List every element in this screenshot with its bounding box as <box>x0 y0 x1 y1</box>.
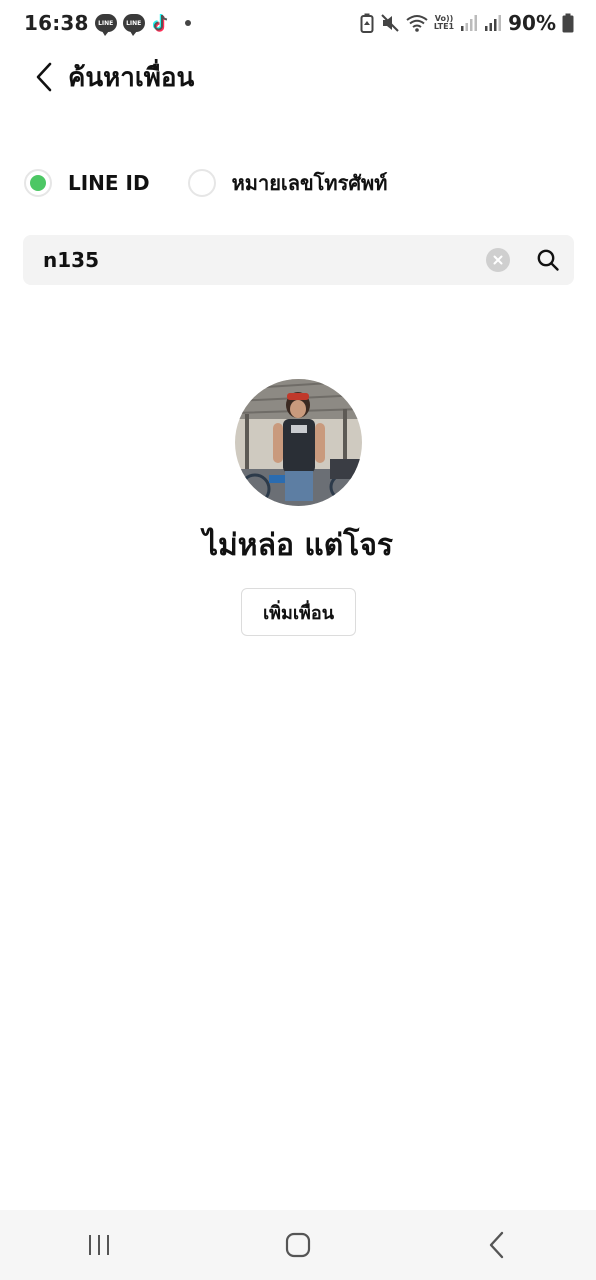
recent-apps-button[interactable] <box>59 1215 139 1275</box>
signal-icon <box>484 14 502 32</box>
profile-avatar[interactable] <box>235 379 362 506</box>
page-title: ค้นหาเพื่อน <box>68 62 195 93</box>
lte-label: LTE1 <box>433 22 455 31</box>
close-icon <box>493 255 503 265</box>
search-type-radio-group: LINE ID หมายเลขโทรศัพท์ <box>24 166 387 200</box>
chevron-left-icon <box>36 62 52 92</box>
profile-name: ไม่หล่อ แต่โจร <box>202 528 394 563</box>
status-right: Vo)) LTE1 90% <box>360 11 574 35</box>
profile-photo <box>235 379 362 506</box>
radio-selected-dot <box>30 175 46 191</box>
battery-saver-icon <box>360 13 374 33</box>
radio-option-phone-number[interactable]: หมายเลขโทรศัพท์ <box>187 167 388 199</box>
home-button[interactable] <box>258 1215 338 1275</box>
search-icon <box>537 249 559 271</box>
radio-button-unselected[interactable] <box>187 169 216 197</box>
battery-percent: 90% <box>508 11 556 35</box>
battery-icon <box>562 13 574 33</box>
back-icon <box>489 1231 503 1259</box>
status-time: 16:38 <box>24 11 89 35</box>
search-input[interactable] <box>43 248 486 272</box>
status-left: 16:38 LINE LINE <box>24 11 191 36</box>
back-button[interactable] <box>22 55 66 99</box>
volte-indicator: Vo)) LTE1 <box>434 15 454 31</box>
line-notification-icon: LINE <box>122 14 145 36</box>
tiktok-notification-icon <box>151 12 173 34</box>
signal-icon <box>460 14 478 32</box>
header: ค้นหาเพื่อน <box>0 52 596 102</box>
wifi-icon <box>406 14 428 32</box>
search-box <box>23 235 574 285</box>
radio-button-selected[interactable] <box>24 169 52 197</box>
more-notifications-dot <box>184 20 191 26</box>
home-icon <box>285 1232 311 1258</box>
clear-button[interactable] <box>486 248 510 272</box>
add-friend-button[interactable]: เพิ่มเพื่อน <box>241 588 356 636</box>
radio-option-line-id[interactable]: LINE ID <box>24 169 150 197</box>
recent-apps-icon <box>89 1235 110 1255</box>
status-bar: 16:38 LINE LINE Vo)) LTE1 90% <box>0 0 596 46</box>
mute-icon <box>380 13 400 33</box>
radio-label-line-id: LINE ID <box>68 171 150 195</box>
radio-label-phone-number: หมายเลขโทรศัพท์ <box>231 171 388 195</box>
system-back-button[interactable] <box>457 1215 537 1275</box>
system-nav-bar <box>0 1210 596 1280</box>
line-notification-icon: LINE <box>94 14 117 36</box>
screen: 16:38 LINE LINE Vo)) LTE1 90% ค้นหาเพื่อ… <box>0 0 596 1280</box>
search-button[interactable] <box>534 246 562 274</box>
